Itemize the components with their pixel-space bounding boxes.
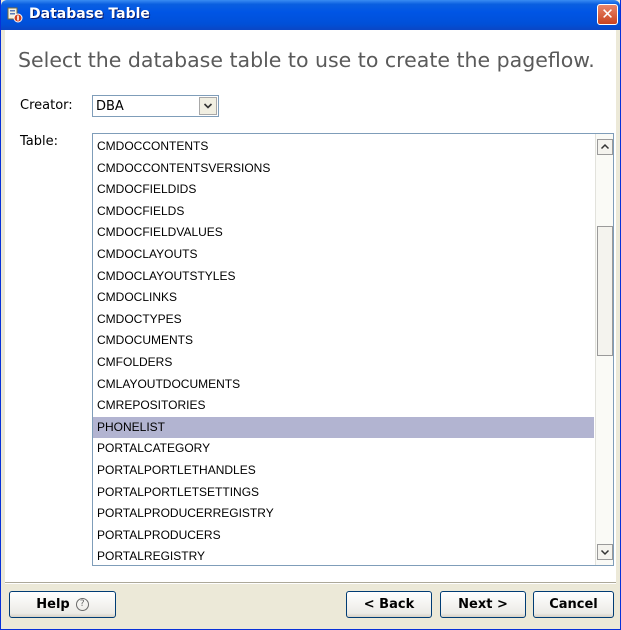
table-listbox[interactable]: CMDOCCONTENTS CMDOCCONTENTSVERSIONS CMDOCF… [92, 133, 614, 566]
table-list-item[interactable]: CMDOCFIELDS [93, 201, 594, 223]
table-list-item[interactable]: PHONELIST [93, 416, 594, 439]
table-list-item[interactable]: CMDOCLAYOUTS [93, 244, 594, 266]
table-list-item[interactable]: PORTALPRODUCERREGISTRY [93, 503, 594, 525]
table-list-item[interactable]: CMDOCTYPES [93, 309, 594, 331]
table-list-item[interactable]: PORTALREGISTRY [93, 546, 594, 565]
page-heading: Select the database table to use to crea… [18, 48, 595, 72]
table-label: Table: [20, 134, 58, 149]
table-list-item[interactable]: CMREPOSITORIES [93, 395, 594, 417]
title-bar[interactable]: Database Table ✕ [1, 0, 620, 30]
table-list-item[interactable]: CMFOLDERS [93, 352, 594, 374]
help-icon: ? [75, 598, 89, 611]
table-list-item[interactable]: CMDOCUMENTS [93, 330, 594, 352]
creator-dropdown-button[interactable] [199, 97, 217, 115]
table-list-item[interactable]: CMDOCLAYOUTSTYLES [93, 266, 594, 288]
chevron-down-icon [600, 549, 610, 556]
vertical-scrollbar[interactable] [595, 134, 613, 565]
table-list-item[interactable]: PORTALPORTLETSETTINGS [93, 482, 594, 504]
table-list-item[interactable]: CMDOCCONTENTSVERSIONS [93, 158, 594, 180]
close-button[interactable]: ✕ [597, 4, 618, 25]
creator-label: Creator: [20, 98, 73, 113]
table-list: CMDOCCONTENTS CMDOCCONTENTSVERSIONS CMDOCF… [93, 136, 594, 565]
database-table-dialog: Database Table ✕ Select the database tab… [0, 0, 621, 630]
next-button[interactable]: Next > [440, 591, 526, 618]
scroll-down-button[interactable] [597, 544, 613, 560]
window-title: Database Table [29, 6, 150, 22]
table-list-item[interactable]: PORTALPORTLETHANDLES [93, 460, 594, 482]
close-icon: ✕ [601, 5, 614, 23]
table-list-item[interactable]: CMLAYOUTDOCUMENTS [93, 374, 594, 396]
chevron-down-icon [203, 103, 213, 109]
table-list-item[interactable]: PORTALCATEGORY [93, 438, 594, 460]
scroll-thumb[interactable] [597, 226, 613, 356]
table-list-item[interactable]: PORTALPRODUCERS [93, 525, 594, 547]
button-bar-separator [5, 582, 616, 584]
table-list-item[interactable]: CMDOCCONTENTS [93, 136, 594, 158]
table-list-item[interactable]: CMDOCLINKS [93, 287, 594, 309]
table-list-item[interactable]: CMDOCFIELDIDS [93, 179, 594, 201]
table-list-item[interactable]: CMDOCFIELDVALUES [93, 222, 594, 244]
chevron-up-icon [600, 143, 610, 150]
help-button[interactable]: Help ? [9, 591, 116, 618]
scroll-up-button[interactable] [597, 139, 613, 155]
help-button-label: Help [36, 597, 70, 612]
back-button-label: < Back [363, 597, 415, 612]
database-wizard-icon [7, 7, 23, 23]
creator-select[interactable]: DBA [92, 95, 219, 117]
cancel-button[interactable]: Cancel [533, 591, 614, 618]
next-button-label: Next > [458, 597, 508, 612]
back-button[interactable]: < Back [346, 591, 432, 618]
cancel-button-label: Cancel [549, 597, 598, 612]
creator-value: DBA [96, 99, 124, 114]
